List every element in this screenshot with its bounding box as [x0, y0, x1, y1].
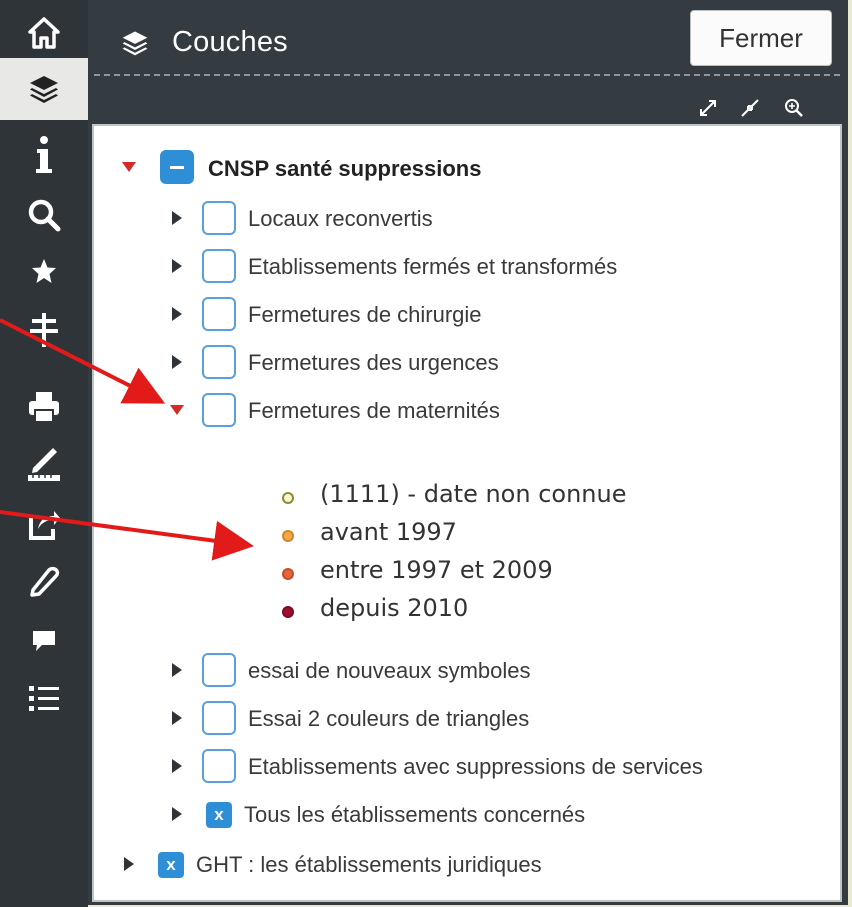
layer-label[interactable]: Etablissements avec suppressions de serv…: [248, 754, 703, 780]
tree-item: essai de nouveaux symboles: [94, 650, 834, 690]
expand-icon: [700, 100, 716, 116]
zoom-in-icon: [785, 99, 803, 117]
layer-label[interactable]: Tous les établissements concernés: [244, 802, 585, 828]
layer-checkbox[interactable]: x: [158, 852, 184, 878]
expand-caret-icon[interactable]: [172, 211, 182, 225]
print-button[interactable]: [0, 376, 88, 438]
tree-root-2: x GHT : les établissements juridiques: [94, 844, 834, 884]
tree-item: Fermetures des urgences: [94, 342, 834, 382]
close-button[interactable]: Fermer: [690, 10, 832, 66]
layers-button[interactable]: [0, 58, 88, 120]
layer-checkbox[interactable]: [202, 345, 236, 379]
root-checkbox[interactable]: [160, 150, 194, 184]
collapse-icon: [741, 99, 759, 117]
expand-caret-icon[interactable]: [172, 259, 182, 273]
expand-caret-icon[interactable]: [172, 759, 182, 773]
star-icon: [32, 259, 56, 283]
layer-label[interactable]: Essai 2 couleurs de triangles: [248, 706, 529, 732]
layer-tree: CNSP santé suppressions Locaux reconvert…: [92, 124, 842, 902]
layer-label[interactable]: essai de nouveaux symboles: [248, 658, 531, 684]
checked-x-icon: x: [214, 805, 224, 824]
layer-legend: (1111) - date non connue avant 1997 entr…: [278, 480, 778, 630]
search-button[interactable]: [0, 184, 88, 246]
expand-caret-icon[interactable]: [124, 857, 134, 871]
layer-label[interactable]: Fermetures de maternités: [248, 398, 500, 424]
share-button[interactable]: [0, 494, 88, 556]
minus-icon: [170, 166, 184, 169]
expand-caret-icon[interactable]: [170, 405, 184, 415]
panel-title: Couches: [172, 26, 288, 58]
pole-icon: [30, 313, 58, 347]
legend-label: avant 1997: [320, 518, 457, 546]
favorites-button[interactable]: [0, 240, 88, 302]
expand-caret-icon[interactable]: [172, 663, 182, 677]
layer-label[interactable]: Locaux reconvertis: [248, 206, 433, 232]
draw-ruler-icon: [28, 448, 60, 481]
legend-dot: [282, 492, 294, 504]
home-icon: [28, 17, 60, 49]
print-icon: [29, 392, 59, 423]
layer-checkbox[interactable]: x: [206, 802, 232, 828]
comment-icon: [33, 631, 55, 651]
expand-caret-icon[interactable]: [172, 711, 182, 725]
layer-checkbox[interactable]: [202, 653, 236, 687]
tree-item: Fermetures de chirurgie: [94, 294, 834, 334]
legend-label: entre 1997 et 2009: [320, 556, 553, 584]
legend-dot: [282, 606, 294, 618]
header-divider: [94, 74, 840, 76]
list-icon: [29, 686, 59, 711]
left-toolbar: [0, 0, 88, 907]
legend-label: depuis 2010: [320, 594, 469, 622]
tree-item: Etablissements fermés et transformés: [94, 246, 834, 286]
layer-checkbox[interactable]: [202, 201, 236, 235]
layer-checkbox[interactable]: [202, 749, 236, 783]
info-button[interactable]: [0, 124, 88, 186]
panel-header: Couches Fermer: [88, 0, 848, 80]
info-icon: [36, 136, 52, 173]
layer-checkbox[interactable]: [202, 249, 236, 283]
draw-button[interactable]: [0, 432, 88, 494]
tree-item: Etablissements avec suppressions de serv…: [94, 746, 834, 786]
tree-item-expanded: Fermetures de maternités: [94, 390, 834, 430]
expand-caret-icon[interactable]: [122, 162, 136, 172]
edit-button[interactable]: [0, 550, 88, 612]
tree-root: CNSP santé suppressions: [94, 146, 834, 186]
comment-button[interactable]: [0, 610, 88, 672]
zoom-layer-button[interactable]: [780, 94, 808, 122]
layer-label[interactable]: Fermetures des urgences: [248, 350, 499, 376]
layer-label[interactable]: Etablissements fermés et transformés: [248, 254, 617, 280]
legend-dot: [282, 568, 294, 580]
expand-caret-icon[interactable]: [172, 355, 182, 369]
share-icon: [29, 511, 60, 540]
collapse-all-button[interactable]: [736, 94, 764, 122]
tree-item: Locaux reconvertis: [94, 198, 834, 238]
list-button[interactable]: [0, 668, 88, 730]
layers-panel: Couches Fermer CNSP santé suppressions L…: [88, 0, 848, 905]
layer-label[interactable]: Fermetures de chirurgie: [248, 302, 482, 328]
layer-label[interactable]: GHT : les établissements juridiques: [196, 852, 542, 878]
layer-checkbox[interactable]: [202, 393, 236, 427]
expand-all-button[interactable]: [694, 94, 722, 122]
tree-item: x Tous les établissements concernés: [94, 794, 834, 834]
expand-caret-icon[interactable]: [172, 307, 182, 321]
home-button[interactable]: [0, 2, 88, 64]
root-label: CNSP santé suppressions: [208, 156, 482, 181]
pencil-icon: [30, 566, 60, 597]
layer-checkbox[interactable]: [202, 701, 236, 735]
layer-checkbox[interactable]: [202, 297, 236, 331]
measure-button[interactable]: [0, 298, 88, 360]
layers-icon: [122, 31, 148, 56]
tree-item: Essai 2 couleurs de triangles: [94, 698, 834, 738]
legend-label: (1111) - date non connue: [320, 480, 627, 508]
expand-caret-icon[interactable]: [172, 807, 182, 821]
layers-icon: [30, 76, 58, 103]
search-icon: [28, 199, 61, 232]
checked-x-icon: x: [166, 855, 176, 874]
legend-dot: [282, 530, 294, 542]
